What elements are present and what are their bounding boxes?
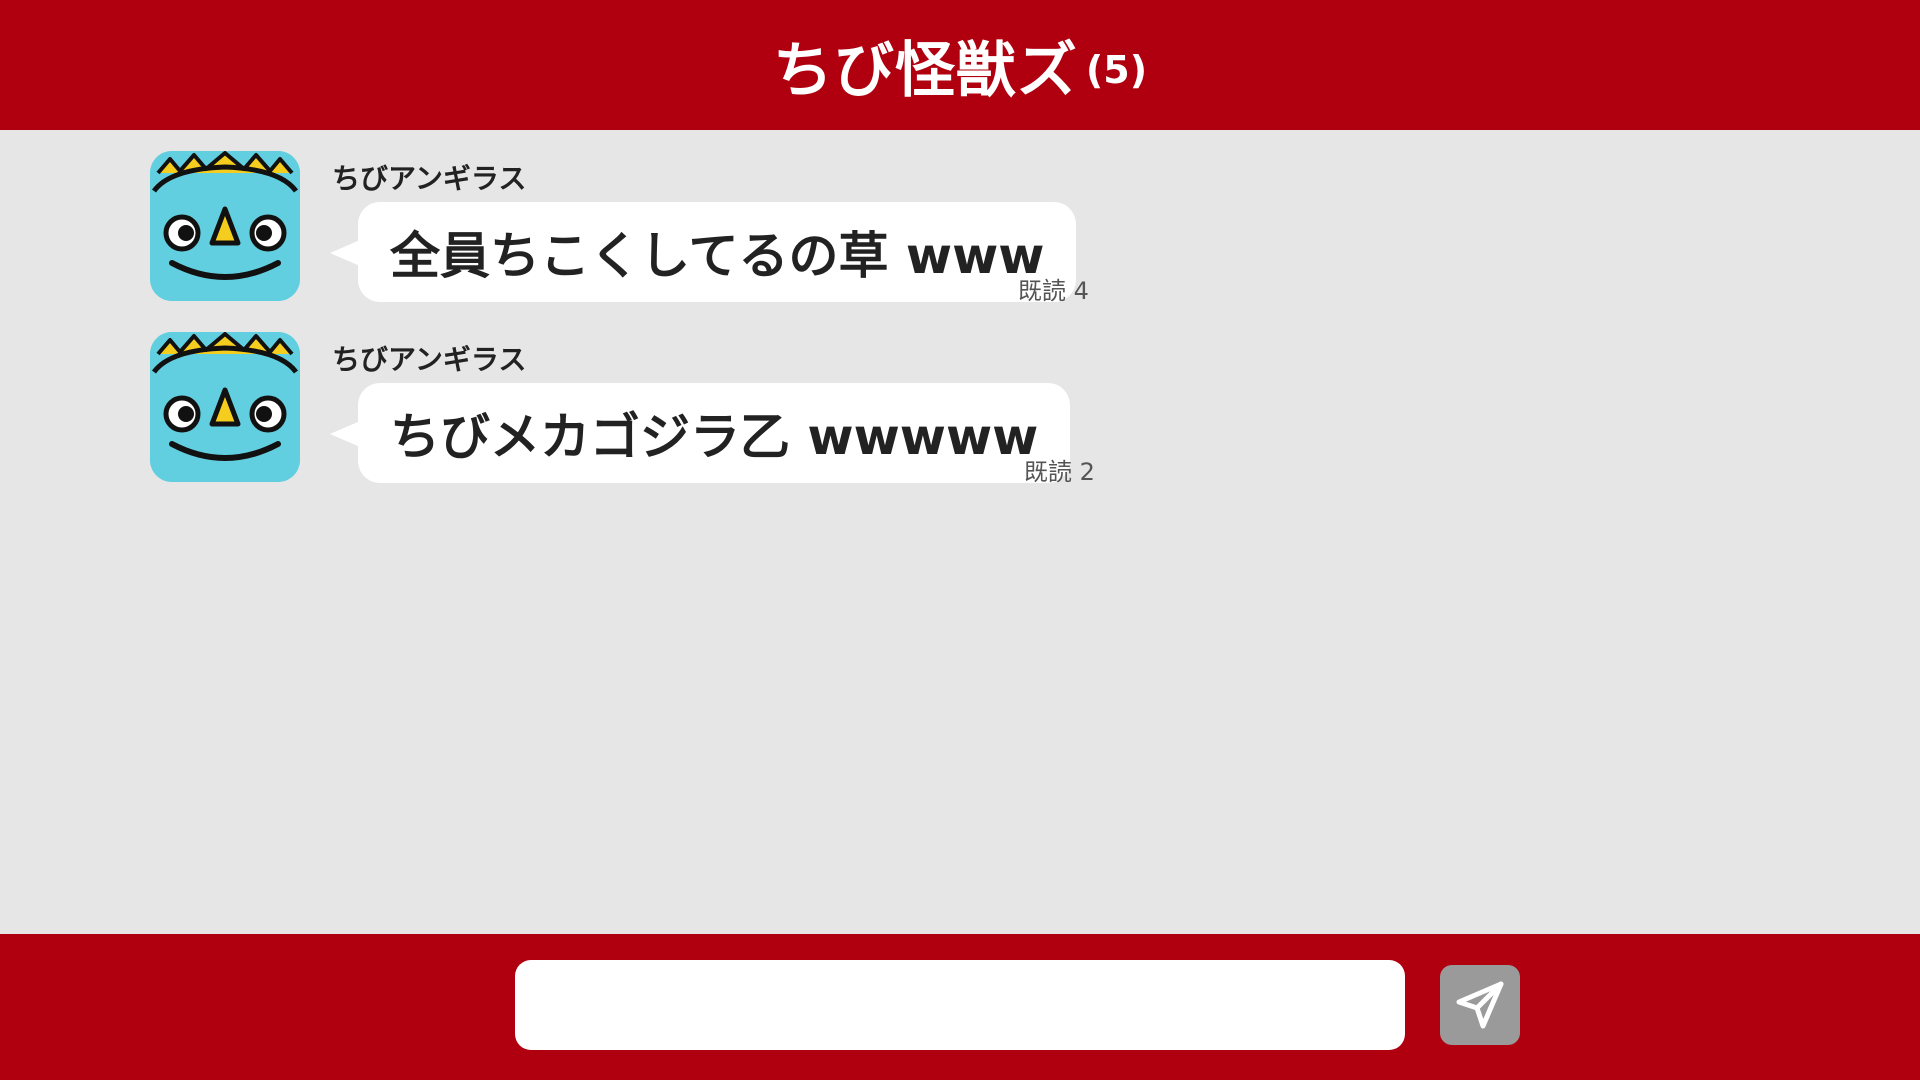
message-bubble[interactable]: 全員ちこくしてるの草 www: [329, 202, 1077, 302]
sender-name: ちびアンギラス: [332, 162, 527, 195]
read-receipt: 既読 4: [1018, 277, 1089, 305]
message-list: ちびアンギラス 全員ちこくしてるの草 www 既読 4 ちびアンギラス ちびメカ…: [0, 130, 1920, 934]
message-input[interactable]: [515, 960, 1405, 1050]
message-item: ちびアンギラス 全員ちこくしてるの草 www 既読 4: [150, 151, 1150, 305]
message-item: ちびアンギラス ちびメカゴジラ乙 wwwww 既読 2: [150, 332, 1150, 486]
member-count: (5): [1085, 48, 1148, 92]
send-paper-plane-icon: [1456, 981, 1504, 1029]
message-bubble[interactable]: ちびメカゴジラ乙 wwwww: [329, 383, 1071, 483]
anguirus-avatar-icon[interactable]: [150, 151, 300, 301]
send-button[interactable]: [1440, 965, 1520, 1045]
chat-header: ちび怪獣ズ (5): [0, 0, 1920, 130]
composer-bar: [0, 934, 1920, 1080]
read-receipt: 既読 2: [1024, 458, 1095, 486]
anguirus-avatar-icon[interactable]: [150, 332, 300, 482]
sender-name: ちびアンギラス: [332, 343, 527, 376]
group-name: ちび怪獣ズ: [772, 35, 1078, 106]
